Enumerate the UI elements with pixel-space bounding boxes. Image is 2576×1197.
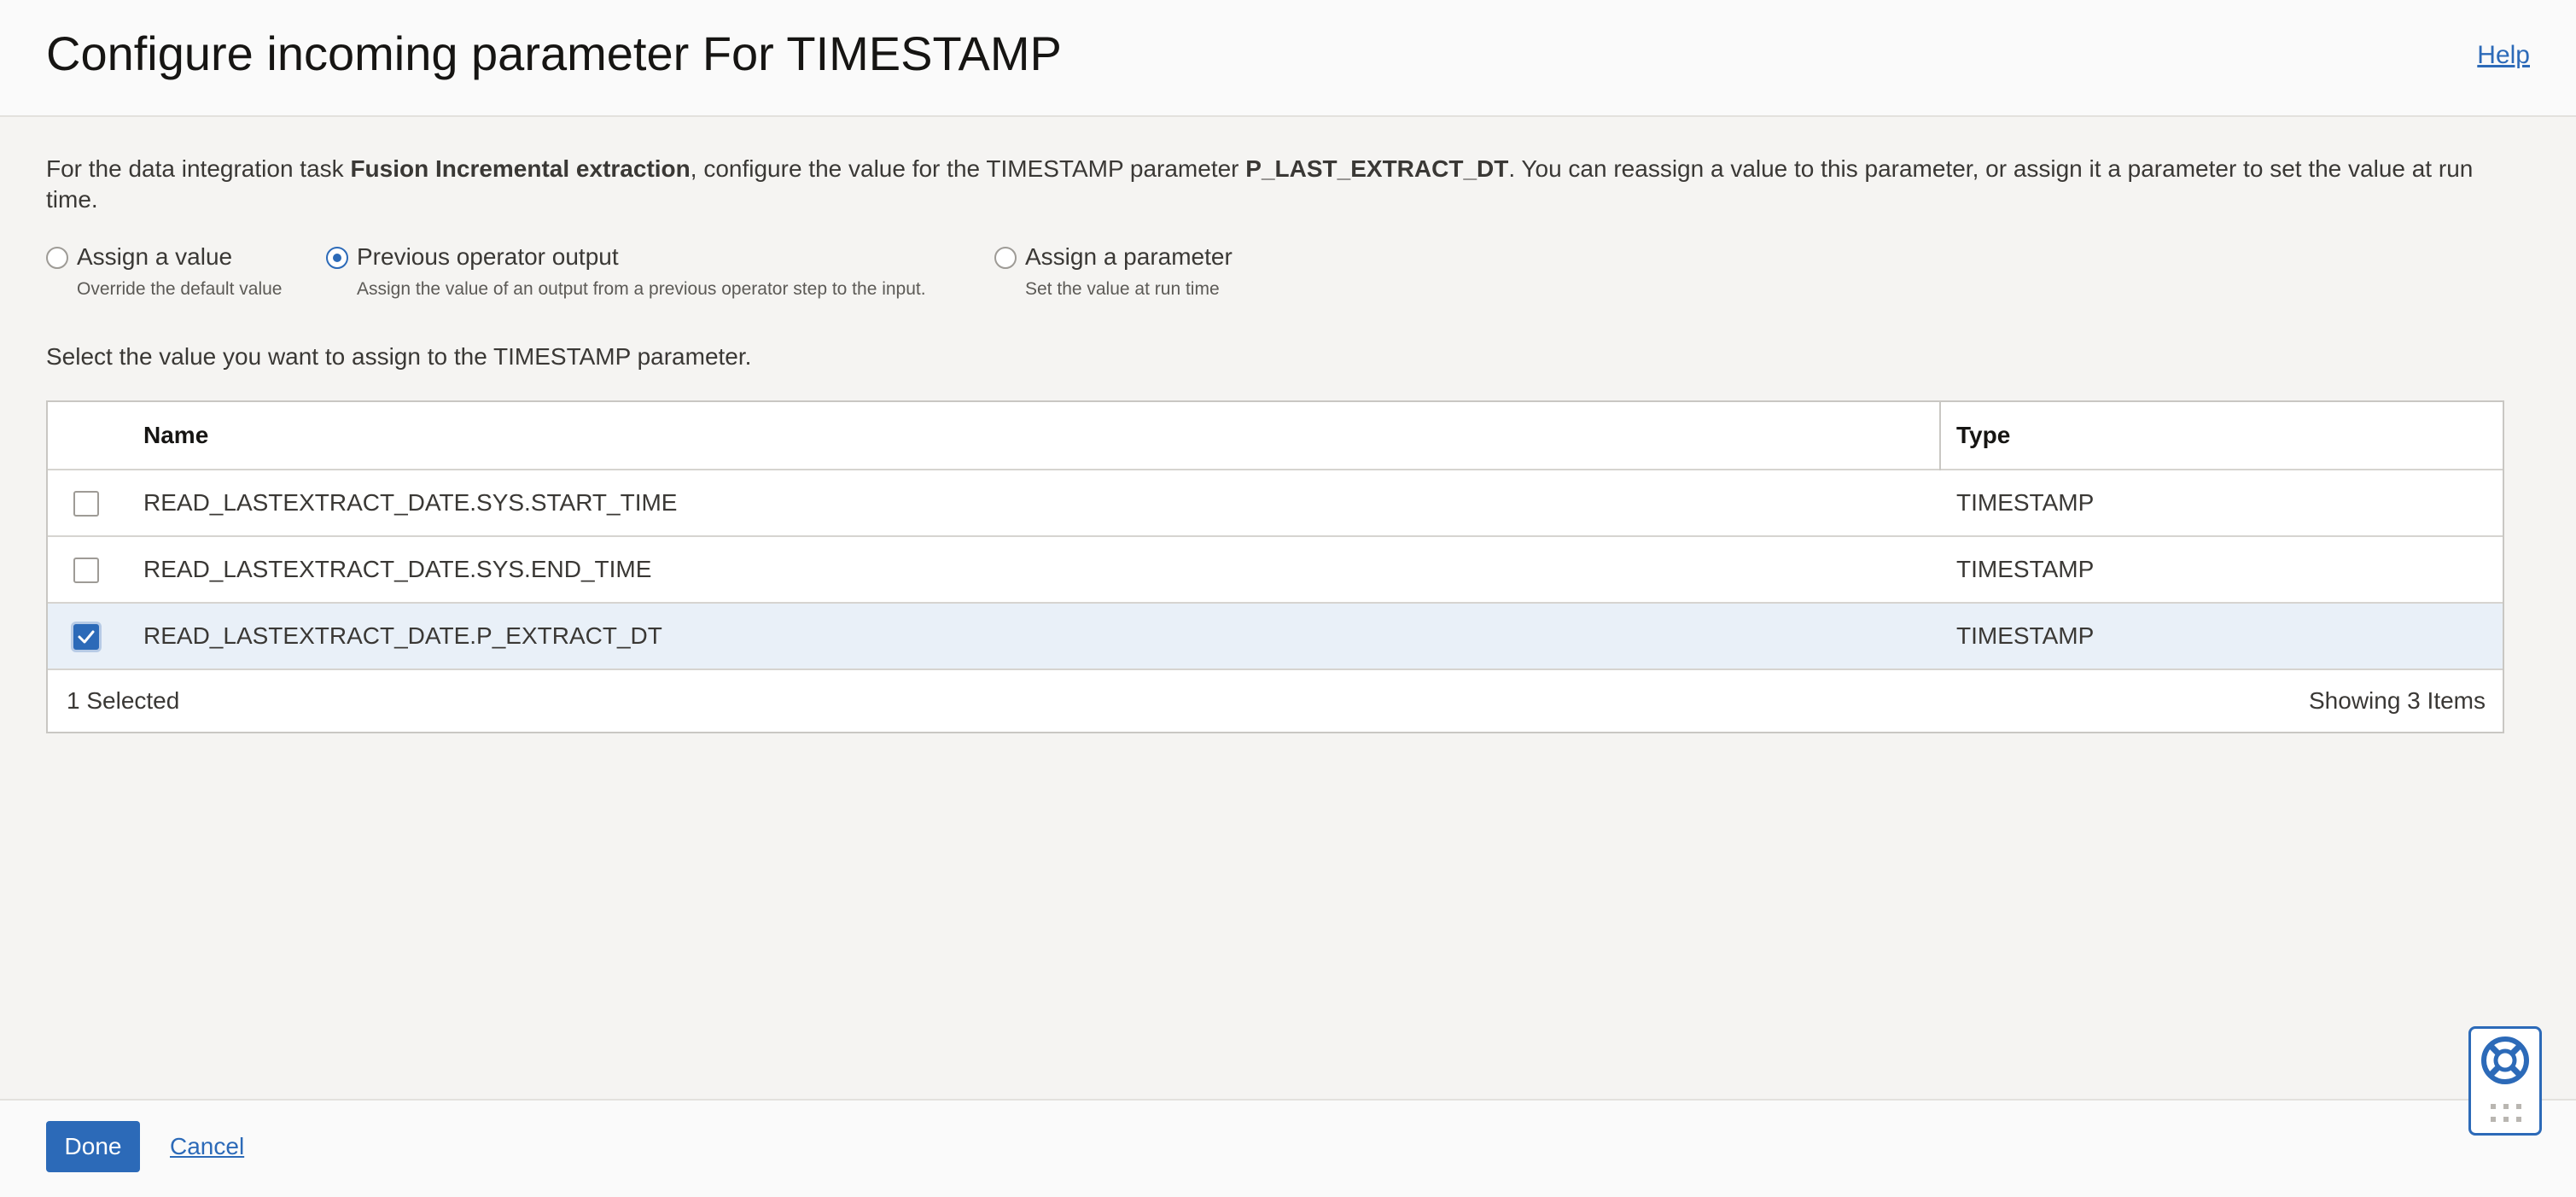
page-header: Configure incoming parameter For TIMESTA… xyxy=(0,0,2576,117)
selection-prompt: Select the value you want to assign to t… xyxy=(46,343,752,370)
table-header-row: Name Type xyxy=(48,402,2503,470)
row-name: READ_LASTEXTRACT_DATE.P_EXTRACT_DT xyxy=(143,622,662,649)
cancel-link[interactable]: Cancel xyxy=(170,1133,244,1160)
row-type: TIMESTAMP xyxy=(1956,489,2095,516)
row-type: TIMESTAMP xyxy=(1956,556,2095,582)
column-divider[interactable] xyxy=(1939,402,1941,470)
page-title: Configure incoming parameter For TIMESTA… xyxy=(46,26,1062,80)
option-sublabel: Set the value at run time xyxy=(1025,279,1220,299)
assign-parameter-radio[interactable] xyxy=(994,247,1017,269)
table-footer: 1 Selected Showing 3 Items xyxy=(48,670,2503,732)
description-prefix: For the data integration task xyxy=(46,155,351,182)
dialog-footer: Done Cancel xyxy=(0,1099,2576,1197)
row-name: READ_LASTEXTRACT_DATE.SYS.START_TIME xyxy=(143,489,678,516)
selected-count: 1 Selected xyxy=(67,687,180,714)
row-checkbox-checked[interactable] xyxy=(73,624,99,650)
help-link[interactable]: Help xyxy=(2477,41,2530,70)
showing-count: Showing 3 Items xyxy=(2309,687,2486,714)
name-column-header[interactable]: Name xyxy=(143,402,208,469)
task-description: For the data integration task Fusion Inc… xyxy=(46,154,2521,215)
lifebuoy-icon xyxy=(2481,1036,2529,1084)
checkmark-icon xyxy=(78,630,95,644)
table-row[interactable]: READ_LASTEXTRACT_DATE.SYS.END_TIME TIMES… xyxy=(48,537,2503,604)
type-column-header[interactable]: Type xyxy=(1956,402,2010,469)
parameter-name: P_LAST_EXTRACT_DT xyxy=(1245,155,1509,182)
description-middle: , configure the value for the TIMESTAMP … xyxy=(690,155,1246,182)
option-label: Previous operator output xyxy=(357,243,619,270)
drag-grip-icon[interactable] xyxy=(2491,1104,2521,1124)
option-label: Assign a value xyxy=(77,243,233,270)
row-checkbox[interactable] xyxy=(73,558,99,583)
option-label: Assign a parameter xyxy=(1025,243,1233,270)
row-name: READ_LASTEXTRACT_DATE.SYS.END_TIME xyxy=(143,556,652,582)
task-name: Fusion Incremental extraction xyxy=(350,155,691,182)
configure-parameter-page: Configure incoming parameter For TIMESTA… xyxy=(0,0,2576,1197)
option-sublabel: Override the default value xyxy=(77,279,283,299)
assign-value-radio[interactable] xyxy=(46,247,68,269)
help-widget[interactable] xyxy=(2468,1026,2542,1136)
output-values-table: Name Type READ_LASTEXTRACT_DATE.SYS.STAR… xyxy=(46,400,2504,733)
table-row[interactable]: READ_LASTEXTRACT_DATE.SYS.START_TIME TIM… xyxy=(48,470,2503,537)
row-checkbox[interactable] xyxy=(73,491,99,517)
done-button[interactable]: Done xyxy=(46,1121,140,1172)
row-type: TIMESTAMP xyxy=(1956,622,2095,649)
table-row-selected[interactable]: READ_LASTEXTRACT_DATE.P_EXTRACT_DT TIMES… xyxy=(48,604,2503,670)
option-sublabel: Assign the value of an output from a pre… xyxy=(357,279,926,299)
previous-operator-output-radio[interactable] xyxy=(326,247,348,269)
